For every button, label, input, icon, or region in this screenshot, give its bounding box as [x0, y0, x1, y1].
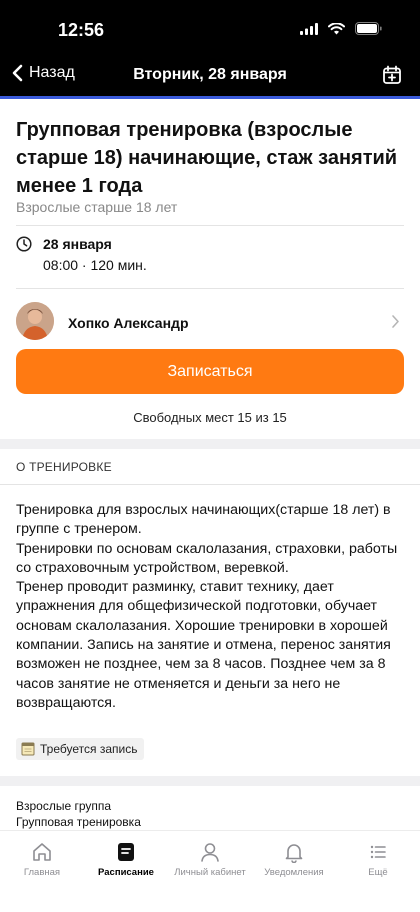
- nav-bar: Назад Вторник, 28 января: [0, 56, 420, 96]
- event-subtitle: Взрослые старше 18 лет: [16, 199, 178, 215]
- battery-icon: [355, 22, 382, 35]
- nav-underline: [0, 96, 420, 99]
- divider: [16, 225, 404, 226]
- back-label: Назад: [29, 64, 75, 81]
- section-separator: [0, 439, 420, 449]
- wifi-icon: [328, 22, 345, 34]
- tab-label: Уведомления: [264, 867, 324, 878]
- coach-row[interactable]: Хопко Александр: [0, 300, 420, 344]
- chevron-left-icon: [12, 64, 23, 82]
- event-title: Групповая тренировка (взрослые старше 18…: [16, 119, 398, 197]
- event-time: 08:00 · 120 мин.: [43, 257, 147, 273]
- tab-home[interactable]: Главная: [0, 841, 84, 878]
- calendar-add-icon: [383, 65, 401, 84]
- status-icons: [300, 22, 382, 35]
- tab-account[interactable]: Личный кабинет: [168, 841, 252, 878]
- back-button[interactable]: Назад: [12, 64, 75, 82]
- category-type: Групповая тренировка: [16, 815, 141, 829]
- status-time: 12:56: [58, 20, 105, 40]
- avatar: [16, 302, 54, 340]
- notepad-icon: [21, 742, 35, 756]
- tab-schedule[interactable]: Расписание: [84, 841, 168, 878]
- more-icon: [370, 845, 386, 859]
- calendar-add-button[interactable]: [382, 65, 402, 90]
- coach-name: Хопко Александр: [68, 315, 189, 331]
- tab-label: Личный кабинет: [174, 867, 246, 878]
- signup-button[interactable]: Записаться: [16, 349, 404, 394]
- divider: [16, 288, 404, 289]
- tab-label: Расписание: [98, 867, 154, 878]
- divider: [0, 484, 420, 485]
- tab-label: Главная: [23, 867, 61, 878]
- section-heading-about: О ТРЕНИРОВКЕ: [16, 460, 112, 474]
- description-text: Тренировка для взрослых начинающих(старш…: [16, 502, 398, 711]
- bell-icon: [285, 844, 303, 863]
- event-date: 28 января: [43, 236, 112, 252]
- schedule-icon: [118, 843, 134, 861]
- signal-icon: [300, 22, 318, 35]
- home-icon: [33, 843, 51, 861]
- chevron-right-icon: [392, 315, 399, 328]
- signup-required-badge: Требуется запись: [16, 738, 145, 760]
- free-spots-text: Свободных мест 15 из 15: [133, 410, 287, 425]
- clock-icon: [16, 236, 32, 252]
- status-bar: 12:56: [0, 0, 420, 56]
- person-icon: [201, 843, 219, 862]
- tab-bar: Главная Расписание Личный кабинет Уведом…: [0, 830, 420, 912]
- tab-more[interactable]: Ещё: [336, 841, 420, 878]
- section-separator: [0, 776, 420, 786]
- tab-label: Ещё: [368, 867, 388, 878]
- badge-label: Требуется запись: [40, 742, 138, 756]
- tab-notifications[interactable]: Уведомления: [252, 841, 336, 878]
- category-group: Взрослые группа: [16, 799, 112, 813]
